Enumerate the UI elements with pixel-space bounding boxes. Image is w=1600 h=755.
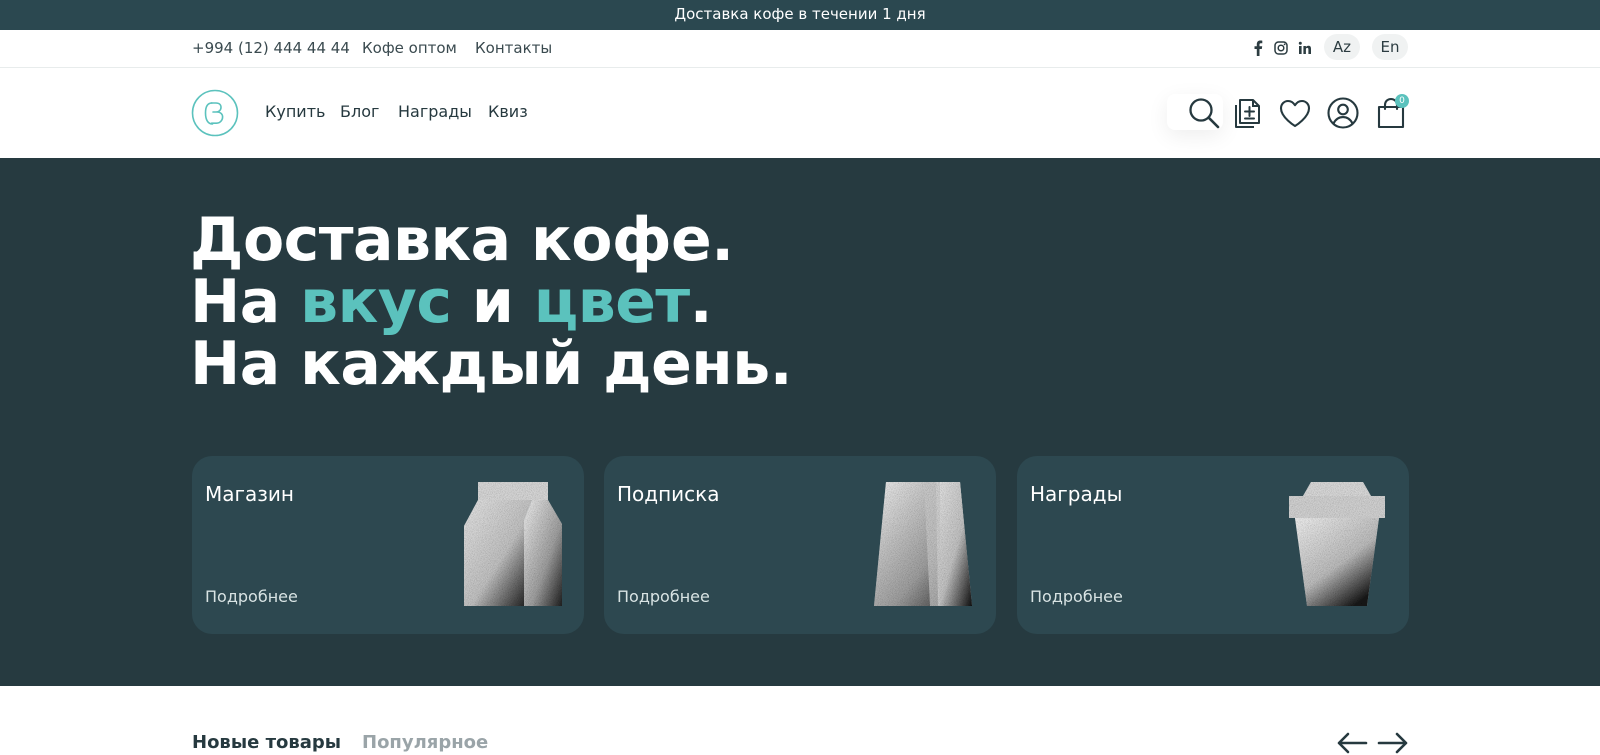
nav-item-quiz[interactable]: Квиз [488, 101, 528, 123]
hero-line-3: На каждый день. [190, 329, 793, 399]
facebook-icon[interactable] [1249, 38, 1267, 58]
search-icon[interactable] [1183, 92, 1225, 134]
instagram-icon[interactable] [1272, 38, 1290, 58]
hero-accent-taste: вкус [300, 267, 452, 337]
coffee-cup-image [1287, 478, 1387, 614]
paper-bag-image [872, 478, 974, 614]
card-title: Награды [1030, 482, 1123, 506]
promo-bar: Доставка кофе в течении 1 дня [0, 0, 1600, 30]
arrow-right-icon[interactable] [1377, 730, 1409, 755]
card-awards[interactable]: Награды Подробнее [1017, 456, 1409, 634]
nav-item-awards[interactable]: Награды [398, 101, 472, 123]
top-bar: +994 (12) 444 44 44 Кофе оптом Контакты … [0, 30, 1600, 68]
nav-item-buy[interactable]: Купить [265, 101, 325, 123]
user-icon[interactable] [1322, 92, 1364, 134]
hero-accent-color: цвет [533, 267, 690, 337]
tab-popular[interactable]: Популярное [362, 732, 488, 754]
contacts-link[interactable]: Контакты [475, 30, 552, 66]
tab-new-products[interactable]: Новые товары [192, 732, 341, 754]
phone-link[interactable]: +994 (12) 444 44 44 [192, 30, 350, 66]
main-navigation: Купить Блог Награды Квиз 0 [0, 68, 1600, 158]
card-more-link[interactable]: Подробнее [1030, 587, 1123, 606]
hero-line-2-period: . [689, 267, 713, 337]
lang-en-button[interactable]: En [1372, 34, 1408, 60]
card-shop[interactable]: Магазин Подробнее [192, 456, 584, 634]
hero-line-2-part-a: На [190, 267, 301, 337]
hero-title: Доставка кофе. На вкус и цвет. На каждый… [190, 205, 793, 399]
promo-text: Доставка кофе в течении 1 дня [674, 5, 926, 23]
order-list-icon[interactable] [1226, 92, 1268, 134]
lang-az-button[interactable]: Az [1324, 34, 1360, 60]
card-title: Подписка [617, 482, 720, 506]
card-more-link[interactable]: Подробнее [617, 587, 710, 606]
heart-icon[interactable] [1274, 92, 1316, 134]
card-title: Магазин [205, 482, 294, 506]
hero-line-1: Доставка кофе. [190, 205, 734, 275]
linkedin-icon[interactable] [1296, 38, 1314, 58]
hero-line-2: На вкус и цвет. [190, 271, 792, 333]
hero-line-2-part-b: и [451, 267, 534, 337]
wholesale-link[interactable]: Кофе оптом [362, 30, 457, 66]
card-subscription[interactable]: Подписка Подробнее [604, 456, 996, 634]
cart-count-badge: 0 [1395, 94, 1409, 108]
hero-section: Доставка кофе. На вкус и цвет. На каждый… [0, 158, 1600, 686]
card-more-link[interactable]: Подробнее [205, 587, 298, 606]
coffee-bag-image [462, 478, 564, 614]
logo[interactable] [191, 89, 239, 137]
nav-item-blog[interactable]: Блог [340, 101, 379, 123]
arrow-left-icon[interactable] [1336, 730, 1368, 755]
product-tabs-section: Новые товары Популярное [0, 686, 1600, 755]
